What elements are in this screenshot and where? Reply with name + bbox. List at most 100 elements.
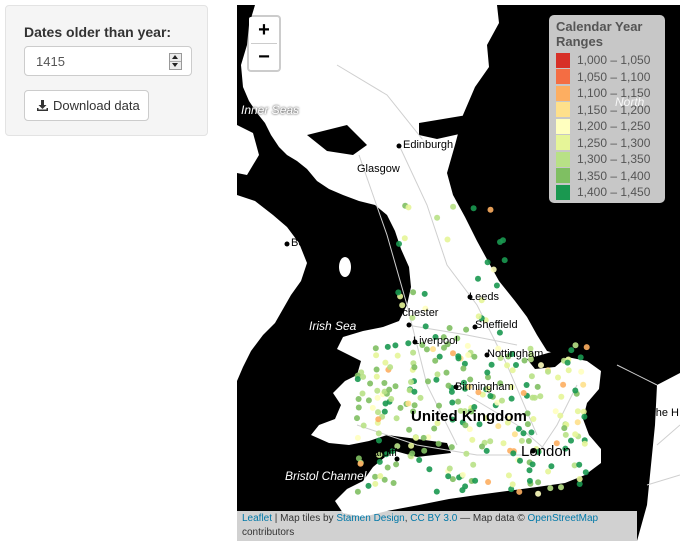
data-marker (524, 410, 531, 417)
data-marker (432, 357, 439, 364)
year-number-input[interactable]: 1415 (24, 46, 192, 76)
data-marker (387, 364, 394, 371)
year-filter-label: Dates older than year: (24, 24, 172, 40)
data-marker (401, 235, 408, 242)
data-marker (529, 461, 536, 468)
data-marker (526, 477, 533, 484)
data-marker (487, 206, 494, 213)
data-marker (357, 460, 364, 467)
data-marker (376, 458, 383, 465)
data-marker (534, 383, 541, 390)
data-marker (487, 393, 494, 399)
data-marker (449, 399, 456, 406)
download-icon (37, 100, 48, 111)
data-marker (572, 431, 579, 438)
data-marker (392, 383, 399, 390)
legend-entry: 1,250 – 1,300 (556, 135, 658, 152)
legend-swatch (556, 118, 570, 134)
legend-label: 1,000 – 1,050 (577, 53, 651, 68)
data-marker (577, 354, 584, 361)
data-marker (359, 390, 366, 397)
data-marker (440, 334, 447, 341)
data-marker (408, 379, 414, 385)
data-marker (369, 404, 376, 411)
license-link[interactable]: CC BY 3.0 (410, 513, 457, 524)
edinburgh-dot (396, 143, 402, 149)
data-marker (558, 393, 565, 400)
data-marker (460, 379, 467, 386)
data-marker (564, 359, 571, 366)
data-marker (509, 367, 516, 374)
year-spinner[interactable] (169, 53, 182, 70)
leaflet-link[interactable]: Leaflet (242, 513, 272, 524)
data-marker (461, 408, 468, 415)
data-marker (515, 425, 522, 432)
data-marker (582, 469, 589, 476)
legend-swatch (556, 168, 570, 184)
data-marker (376, 451, 383, 458)
osm-link[interactable]: OpenStreetMap (528, 513, 599, 524)
data-marker (421, 290, 428, 297)
data-marker (545, 368, 551, 375)
data-marker (376, 437, 382, 444)
data-marker (547, 485, 554, 492)
data-marker (465, 352, 472, 358)
data-marker (405, 204, 412, 211)
data-marker (548, 463, 555, 470)
london-dot (530, 448, 536, 454)
data-marker (528, 429, 535, 436)
data-marker (516, 488, 523, 495)
spinner-up-icon[interactable] (170, 54, 181, 62)
data-marker (527, 356, 534, 363)
data-marker (355, 396, 362, 402)
download-data-button[interactable]: Download data (24, 90, 149, 121)
zoom-in-button[interactable]: + (251, 17, 277, 44)
nottingham-dot (484, 352, 490, 358)
data-marker (388, 396, 395, 402)
data-marker (475, 313, 482, 320)
data-marker (495, 345, 502, 352)
map-attribution: Leaflet | Map tiles by Stamen Design, CC… (237, 511, 637, 541)
stamen-link[interactable]: Stamen Design (336, 513, 404, 524)
data-marker (408, 442, 415, 449)
map-view[interactable]: Inner Seas North Edinburgh Glasgow Belfa… (237, 5, 680, 541)
data-marker (425, 378, 431, 385)
data-marker (475, 275, 481, 282)
data-marker (527, 345, 534, 352)
data-marker (411, 388, 418, 395)
legend-label: 1,150 – 1,200 (577, 102, 651, 117)
data-marker (485, 479, 492, 485)
data-marker (373, 352, 380, 359)
data-marker (426, 466, 433, 473)
year-input-value: 1415 (36, 54, 65, 69)
data-marker (557, 412, 564, 419)
data-marker (377, 473, 384, 480)
leeds-dot (467, 294, 473, 300)
data-marker (367, 380, 374, 387)
data-marker (390, 480, 397, 486)
data-marker (354, 488, 361, 495)
legend-label: 1,200 – 1,250 (577, 119, 651, 134)
data-marker (497, 239, 503, 245)
spinner-down-icon[interactable] (170, 62, 181, 69)
legend-swatch (556, 52, 570, 68)
data-marker (504, 362, 511, 369)
zoom-out-button[interactable]: − (251, 44, 277, 70)
data-marker (373, 373, 380, 380)
legend-swatch (556, 102, 570, 118)
data-marker (518, 437, 525, 444)
anglesey (345, 338, 365, 352)
data-marker (568, 347, 575, 354)
legend-entry: 1,150 – 1,200 (556, 102, 658, 119)
data-marker (509, 351, 515, 357)
data-marker (479, 443, 485, 450)
data-marker (524, 421, 531, 428)
data-marker (455, 398, 462, 405)
data-marker (568, 437, 574, 444)
attribution-contributors: contributors (242, 527, 295, 538)
data-marker (497, 355, 504, 361)
legend-swatch (556, 135, 570, 151)
data-marker (538, 362, 544, 369)
data-marker (422, 323, 429, 330)
data-marker (466, 383, 473, 390)
